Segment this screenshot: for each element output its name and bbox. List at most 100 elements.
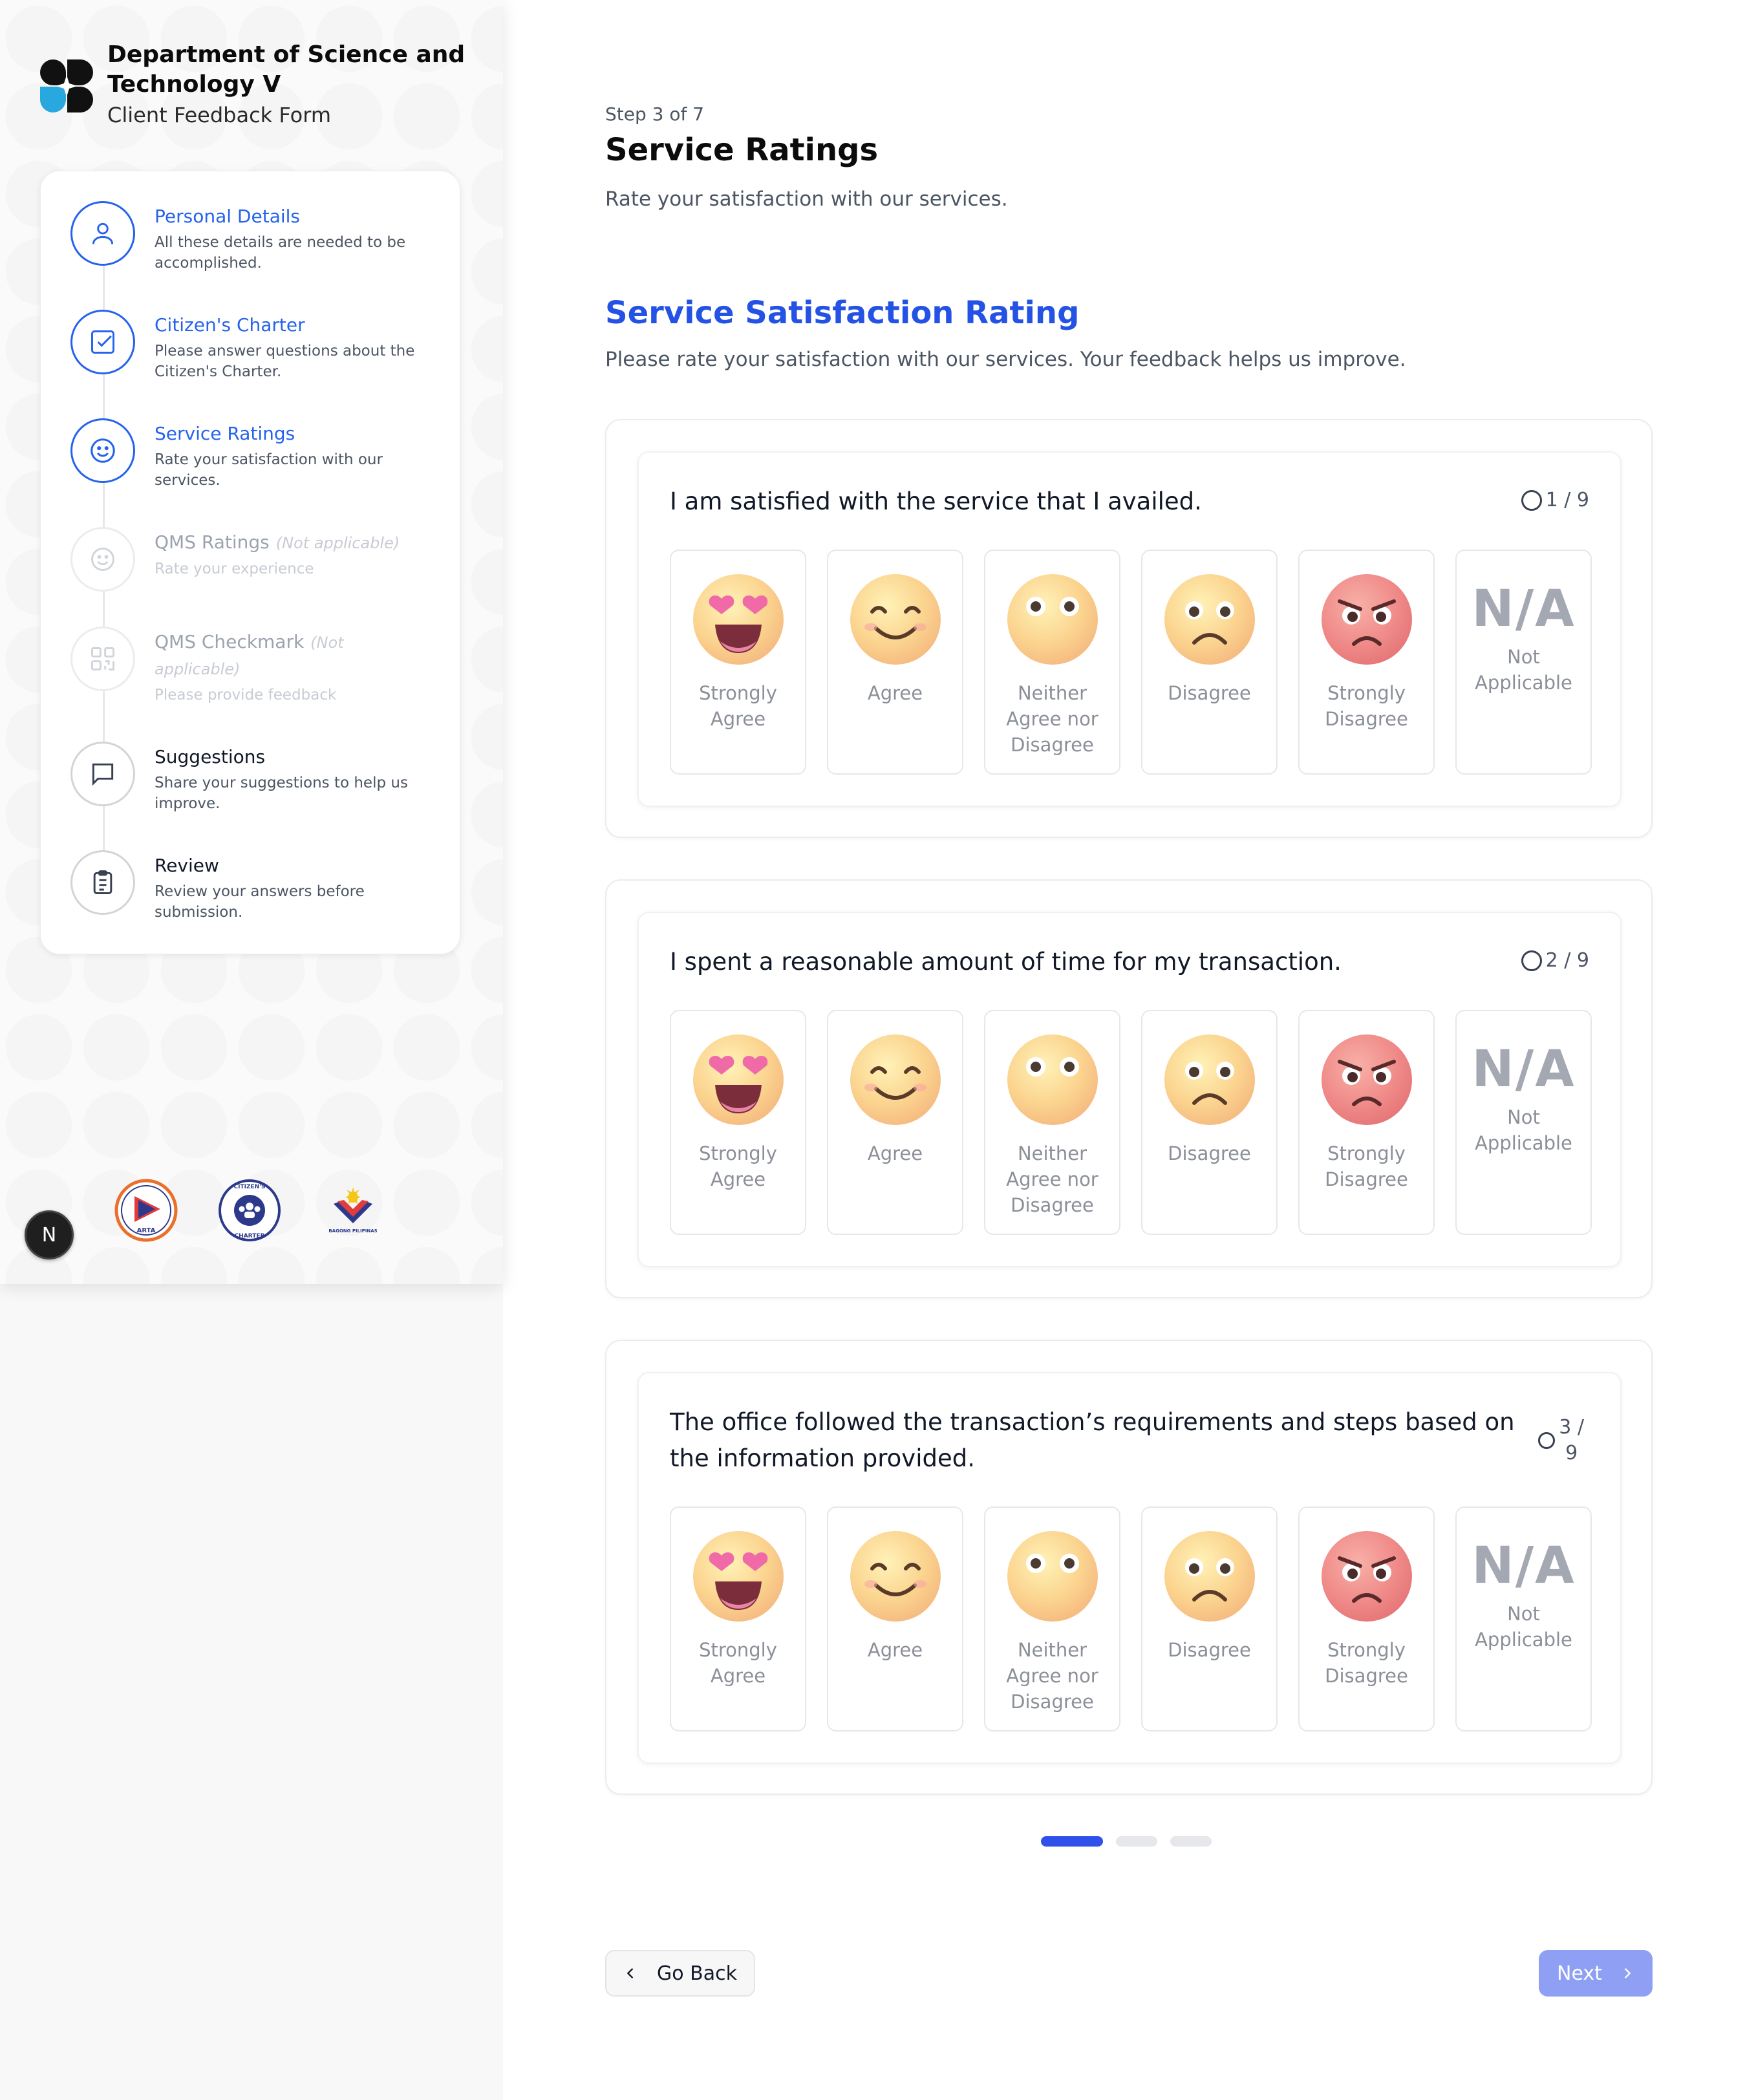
qr-code-icon — [70, 627, 135, 691]
question-count-top: 3 / — [1559, 1416, 1584, 1439]
section-title: Service Satisfaction Rating — [605, 295, 1080, 331]
pagination-dot[interactable] — [1116, 1836, 1157, 1847]
option-label: Neither Agree nor Disagree — [1006, 682, 1098, 756]
na-text: N/A — [1472, 1040, 1576, 1098]
question-card: I spent a reasonable amount of time for … — [605, 879, 1653, 1298]
nextjs-dev-badge[interactable]: N — [25, 1210, 74, 1259]
option-disagree[interactable]: Disagree — [1141, 1010, 1278, 1235]
neutral-emoji-icon — [1007, 1531, 1098, 1622]
step-title: QMS Checkmark (Not applicable) — [155, 629, 368, 682]
question-text: The office followed the transaction’s re… — [670, 1408, 1515, 1472]
step-title: Service Ratings — [155, 423, 295, 444]
step-title: Suggestions — [155, 746, 266, 767]
option-label: Agree — [867, 682, 923, 704]
step-desc: Share your suggestions to help us improv… — [155, 775, 408, 812]
pagination-dots — [1041, 1836, 1212, 1847]
frowning-emoji-icon — [1164, 1034, 1255, 1125]
option-label: Neither Agree nor Disagree — [1006, 1142, 1098, 1216]
chat-bubble-icon — [70, 742, 135, 806]
na-text: N/A — [1472, 1537, 1576, 1595]
heart-eyes-emoji-icon — [692, 574, 784, 665]
option-agree[interactable]: Agree — [827, 1506, 963, 1731]
step-qms-checkmark: QMS Checkmark (Not applicable) Please pro… — [70, 627, 368, 705]
rating-options: Strongly Agree Agree Neither Agree nor D… — [670, 550, 1592, 775]
option-neither[interactable]: Neither Agree nor Disagree — [984, 550, 1120, 775]
option-label: Disagree — [1168, 682, 1251, 704]
option-not-applicable[interactable]: N/A Not Applicable — [1455, 550, 1592, 775]
option-disagree[interactable]: Disagree — [1141, 550, 1278, 775]
progress-circle-icon — [1538, 1432, 1556, 1449]
option-strongly-disagree[interactable]: Strongly Disagree — [1298, 1506, 1435, 1731]
question-inner: I am satisfied with the service that I a… — [637, 451, 1622, 807]
step-title: Personal Details — [155, 206, 300, 227]
arta-logo: ARTA — [114, 1179, 178, 1242]
option-label: Disagree — [1168, 1639, 1251, 1661]
step-personal-details[interactable]: Personal Details All these details are n… — [70, 201, 445, 273]
na-text: N/A — [1472, 580, 1576, 638]
option-strongly-agree[interactable]: Strongly Agree — [670, 550, 806, 775]
step-title-text: QMS Checkmark — [155, 631, 305, 652]
rating-options: Strongly Agree Agree Neither Agree nor D… — [670, 1010, 1592, 1235]
bagong-pilipinas-logo: BAGONG PILIPINAS — [328, 1187, 378, 1234]
angry-emoji-icon — [1321, 1531, 1412, 1622]
option-disagree[interactable]: Disagree — [1141, 1506, 1278, 1731]
neutral-emoji-icon — [1007, 1034, 1098, 1125]
question-card: I am satisfied with the service that I a… — [605, 419, 1653, 838]
step-desc: All these details are needed to be accom… — [155, 234, 406, 272]
question-inner: I spent a reasonable amount of time for … — [637, 912, 1622, 1267]
option-not-applicable[interactable]: N/A Not Applicable — [1455, 1506, 1592, 1731]
progress-circle-icon — [1521, 489, 1542, 511]
question-progress: 2 / 9 — [1521, 949, 1589, 972]
option-neither[interactable]: Neither Agree nor Disagree — [984, 1010, 1120, 1235]
option-label: Not Applicable — [1475, 1603, 1572, 1651]
question-count: 2 / 9 — [1545, 949, 1589, 972]
heart-eyes-emoji-icon — [692, 1531, 784, 1622]
option-strongly-agree[interactable]: Strongly Agree — [670, 1506, 806, 1731]
option-label: Strongly Disagree — [1325, 1142, 1408, 1190]
steps-card: Personal Details All these details are n… — [40, 171, 460, 954]
option-agree[interactable]: Agree — [827, 550, 963, 775]
svg-text:ARTA: ARTA — [137, 1227, 156, 1234]
step-suggestions[interactable]: Suggestions Share your suggestions to he… — [70, 742, 445, 814]
svg-text:CITIZEN'S: CITIZEN'S — [234, 1184, 266, 1190]
go-back-button[interactable]: Go Back — [605, 1950, 755, 1997]
step-review[interactable]: Review Review your answers before submis… — [70, 850, 445, 923]
svg-text:BAGONG PILIPINAS: BAGONG PILIPINAS — [328, 1228, 377, 1234]
option-strongly-agree[interactable]: Strongly Agree — [670, 1010, 806, 1235]
step-title: Citizen's Charter — [155, 314, 305, 336]
sidebar: Department of Science and Technology V C… — [0, 0, 503, 1284]
agency-logos: ARTA CITIZEN'S CHARTER BAGONG PILIPINAS — [114, 1178, 385, 1243]
neutral-emoji-icon — [1007, 574, 1098, 665]
angry-emoji-icon — [1321, 1034, 1412, 1125]
option-agree[interactable]: Agree — [827, 1010, 963, 1235]
question-count: 3 / 9 — [1559, 1415, 1584, 1466]
pagination-dot-active[interactable] — [1041, 1836, 1103, 1847]
option-strongly-disagree[interactable]: Strongly Disagree — [1298, 550, 1435, 775]
option-label: Strongly Disagree — [1325, 1639, 1408, 1687]
step-title: QMS Ratings (Not applicable) — [155, 530, 445, 556]
go-back-label: Go Back — [657, 1962, 737, 1985]
svg-text:CHARTER: CHARTER — [235, 1233, 265, 1239]
option-label: Strongly Disagree — [1325, 682, 1408, 730]
option-strongly-disagree[interactable]: Strongly Disagree — [1298, 1010, 1435, 1235]
next-button[interactable]: Next — [1539, 1950, 1653, 1997]
smile-icon — [70, 527, 135, 592]
step-qms-ratings: QMS Ratings (Not applicable) Rate your ex… — [70, 527, 445, 592]
option-neither[interactable]: Neither Agree nor Disagree — [984, 1506, 1120, 1731]
step-service-ratings[interactable]: Service Ratings Rate your satisfaction w… — [70, 418, 445, 491]
option-label: Neither Agree nor Disagree — [1006, 1639, 1098, 1713]
chevron-left-icon — [627, 1968, 633, 1978]
section-subtitle: Please rate your satisfaction with our s… — [605, 348, 1406, 371]
option-not-applicable[interactable]: N/A Not Applicable — [1455, 1010, 1592, 1235]
clipboard-icon — [70, 850, 135, 915]
pagination-dot[interactable] — [1170, 1836, 1212, 1847]
step-counter: Step 3 of 7 — [605, 103, 705, 125]
question-text: I am satisfied with the service that I a… — [670, 488, 1202, 515]
smiling-emoji-icon — [850, 1531, 941, 1622]
step-citizens-charter[interactable]: Citizen's Charter Please answer question… — [70, 310, 445, 382]
option-label: Agree — [867, 1142, 923, 1164]
step-title: Review — [155, 855, 219, 876]
page-subtitle: Rate your satisfaction with our services… — [605, 188, 1008, 211]
angry-emoji-icon — [1321, 574, 1412, 665]
user-icon — [70, 201, 135, 266]
